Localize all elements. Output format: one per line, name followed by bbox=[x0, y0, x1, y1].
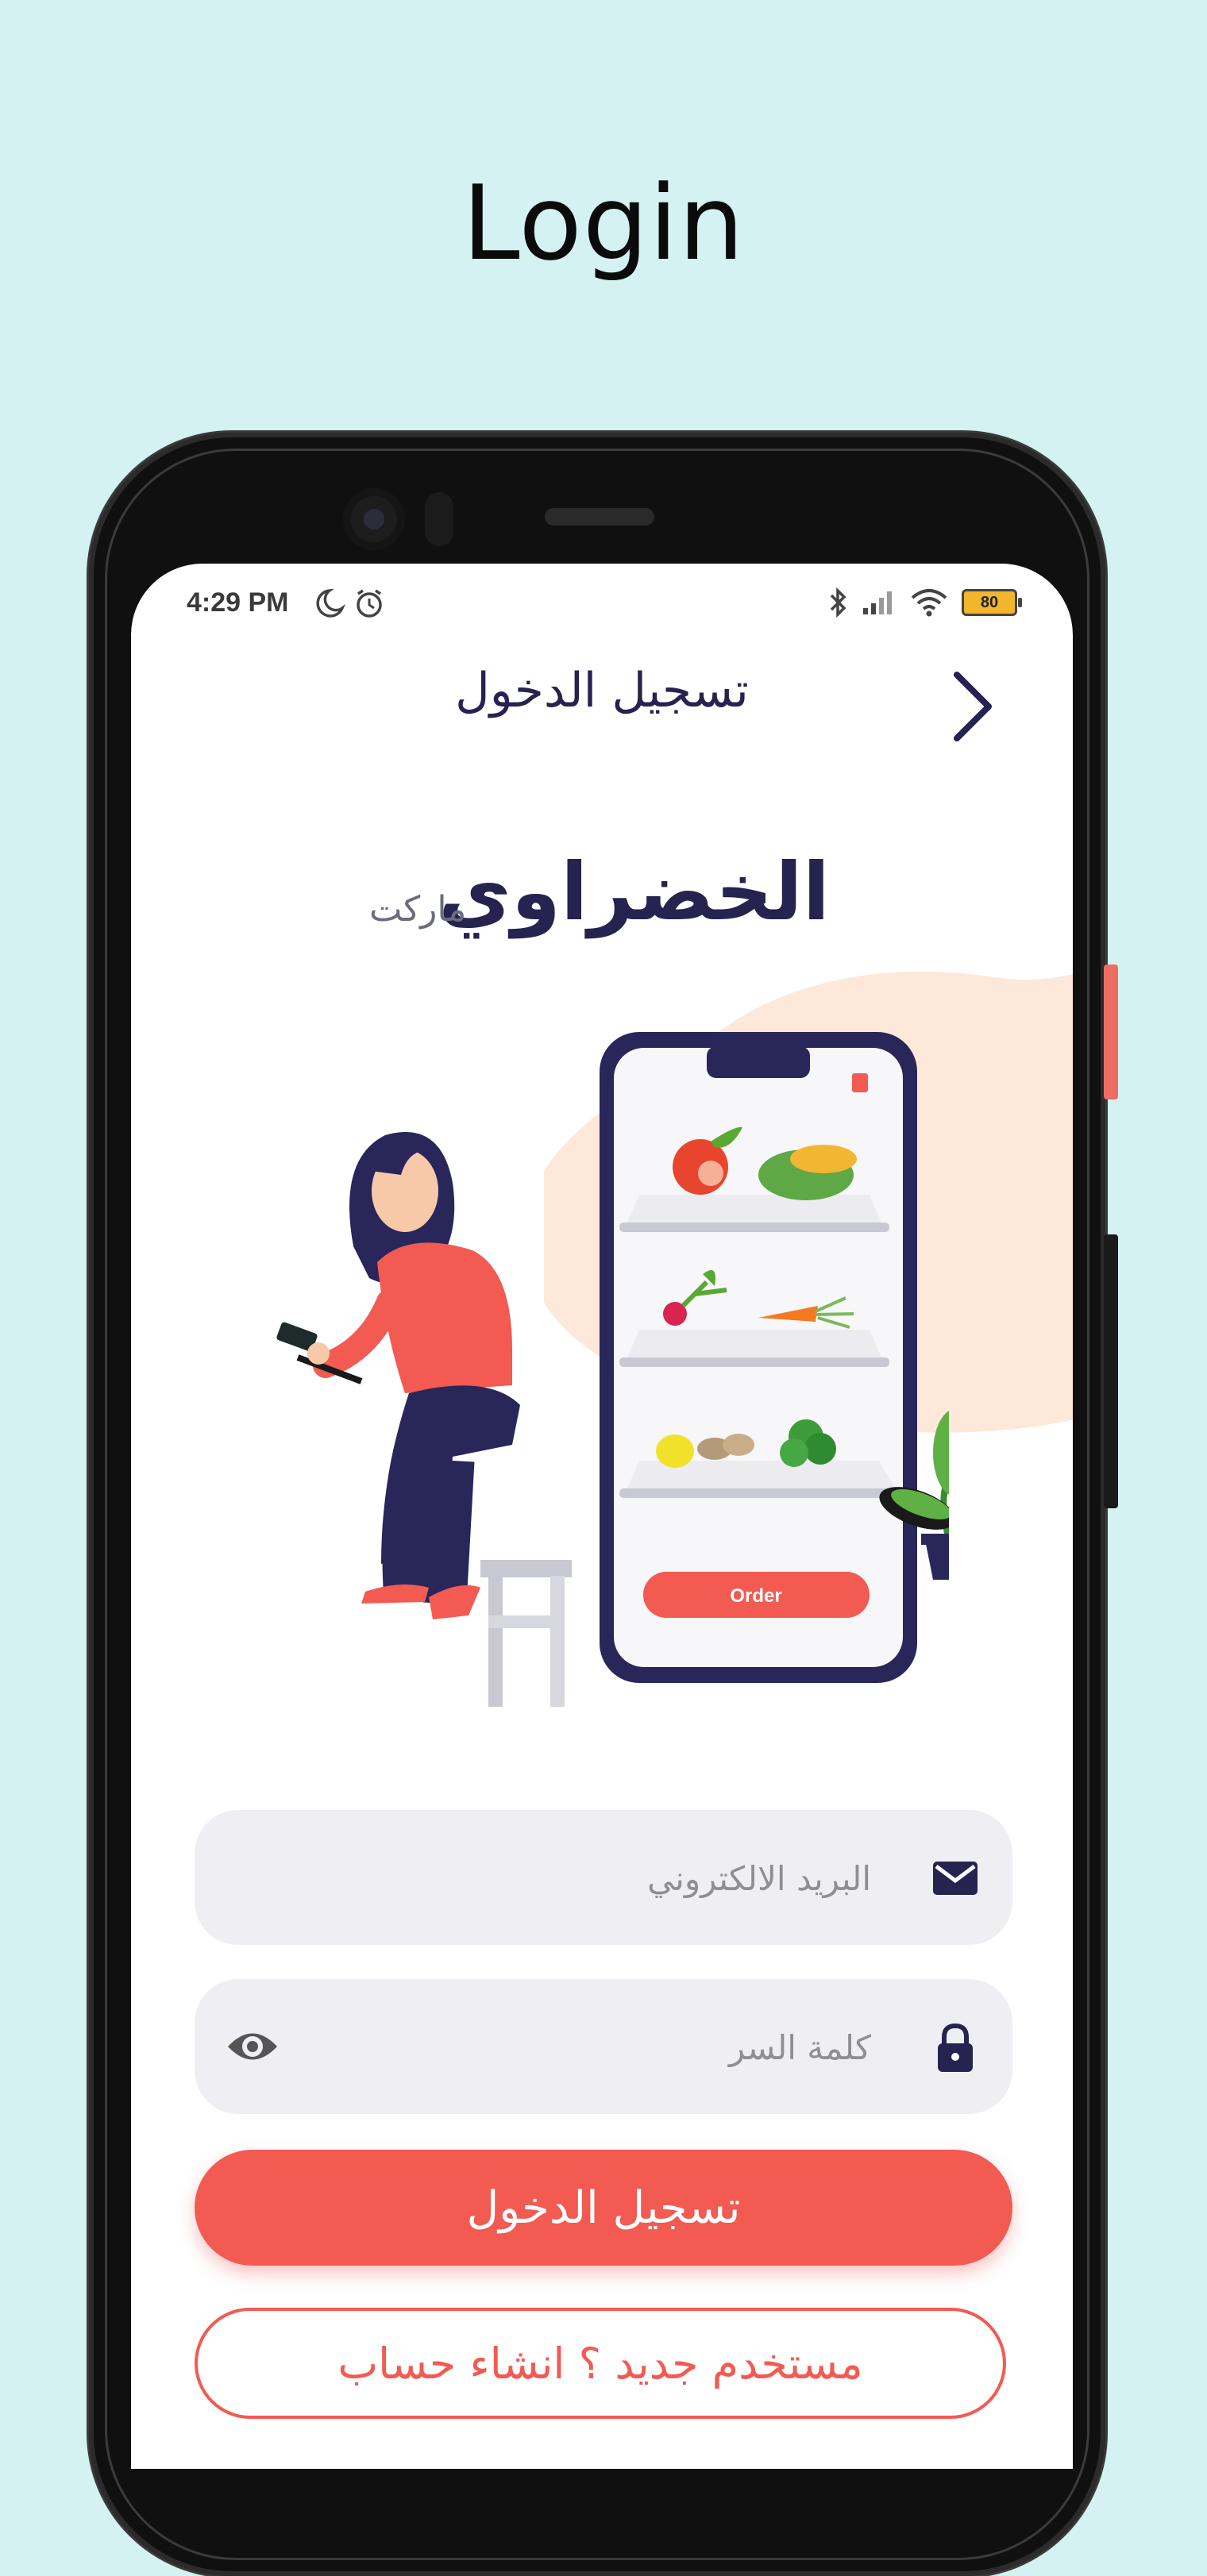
proximity-sensor bbox=[425, 492, 453, 546]
power-button bbox=[1104, 1234, 1118, 1508]
password-input[interactable] bbox=[298, 1979, 873, 2116]
battery-icon: 80 bbox=[962, 589, 1022, 616]
create-account-button[interactable]: مستخدم جديد ؟ انشاء حساب bbox=[195, 2308, 1006, 2419]
eye-icon[interactable] bbox=[225, 2025, 280, 2068]
brand-name: الخضراوي bbox=[438, 845, 830, 938]
app-screen: 4:29 PM 80 تسجيل الدخول الخضراوي ماركت O… bbox=[131, 564, 1073, 2469]
volume-button bbox=[1104, 965, 1118, 1099]
brand-suffix: ماركت bbox=[369, 889, 467, 930]
shopping-illustration: Order bbox=[276, 1032, 949, 1707]
page-title: Login bbox=[462, 163, 745, 283]
email-input[interactable] bbox=[298, 1810, 873, 1946]
front-camera bbox=[343, 488, 405, 550]
illustration-order-label: Order bbox=[730, 1585, 781, 1607]
chevron-right-icon[interactable] bbox=[941, 667, 1005, 746]
moon-alarm-icon bbox=[316, 588, 382, 618]
status-time: 4:29 PM bbox=[187, 587, 289, 618]
bluetooth-icon bbox=[830, 587, 846, 618]
envelope-icon bbox=[933, 1862, 978, 1895]
wifi-icon bbox=[911, 589, 947, 617]
earpiece-speaker bbox=[545, 508, 654, 526]
login-button[interactable]: تسجيل الدخول bbox=[195, 2150, 1012, 2266]
header-title: تسجيل الدخول bbox=[455, 663, 749, 718]
lock-icon bbox=[938, 2023, 973, 2072]
status-right-icons: 80 bbox=[828, 587, 1022, 618]
signal-icon bbox=[863, 591, 892, 614]
status-left-icons bbox=[312, 586, 388, 628]
password-field[interactable] bbox=[195, 1979, 1012, 2116]
email-field[interactable] bbox=[195, 1810, 1012, 1946]
brand-logo: الخضراوي ماركت bbox=[369, 845, 1005, 957]
